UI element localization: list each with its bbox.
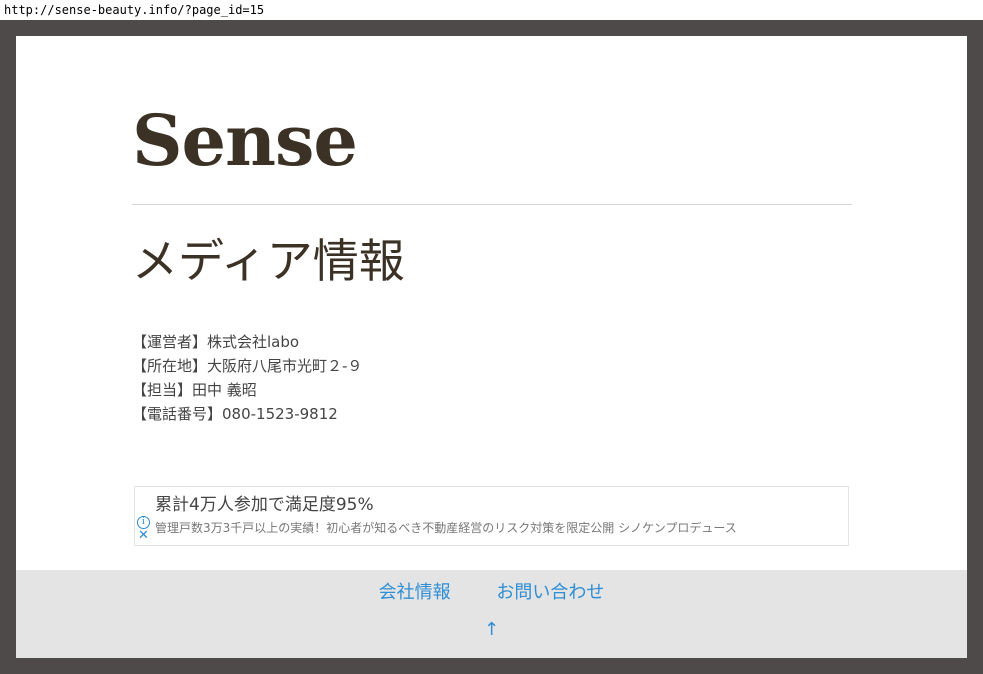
address-bar[interactable]: http://sense-beauty.info/?page_id=15 [0,0,983,20]
address-line: 【所在地】大阪府八尾市光町２-９ [132,357,363,375]
contact-person-line: 【担当】田中 義昭 [132,381,257,399]
header-divider [132,204,852,205]
phone-line: 【電話番号】080-1523-9812 [132,405,338,423]
ad-description[interactable]: 管理戸数3万3千戸以上の実績！初心者が知るべき不動産経営のリスク対策を限定公開 … [155,519,737,537]
footer-nav: 会社情報 お問い合わせ [16,580,967,606]
company-info: 【運営者】株式会社labo 【所在地】大阪府八尾市光町２-９ 【担当】田中 義昭… [132,330,362,426]
back-to-top-arrow-icon[interactable]: ↑ [16,618,967,642]
ad-headline[interactable]: 累計4万人参加で満足度95% [155,493,374,517]
ad-banner[interactable]: 累計4万人参加で満足度95% 管理戸数3万3千戸以上の実績！初心者が知るべき不動… [134,486,849,546]
operator-line: 【運営者】株式会社labo [132,333,300,351]
page-frame: Sense メディア情報 【運営者】株式会社labo 【所在地】大阪府八尾市光町… [0,20,983,674]
footer-link-company-info[interactable]: 会社情報 [379,582,451,603]
footer: 会社情報 お問い合わせ ↑ [16,570,967,658]
page-title: メディア情報 [132,234,405,288]
url-text: http://sense-beauty.info/?page_id=15 [4,3,265,17]
site-title[interactable]: Sense [132,96,358,186]
close-icon[interactable]: ✕ [137,529,150,542]
footer-link-contact[interactable]: お問い合わせ [496,582,604,603]
page-content: Sense メディア情報 【運営者】株式会社labo 【所在地】大阪府八尾市光町… [16,36,967,658]
